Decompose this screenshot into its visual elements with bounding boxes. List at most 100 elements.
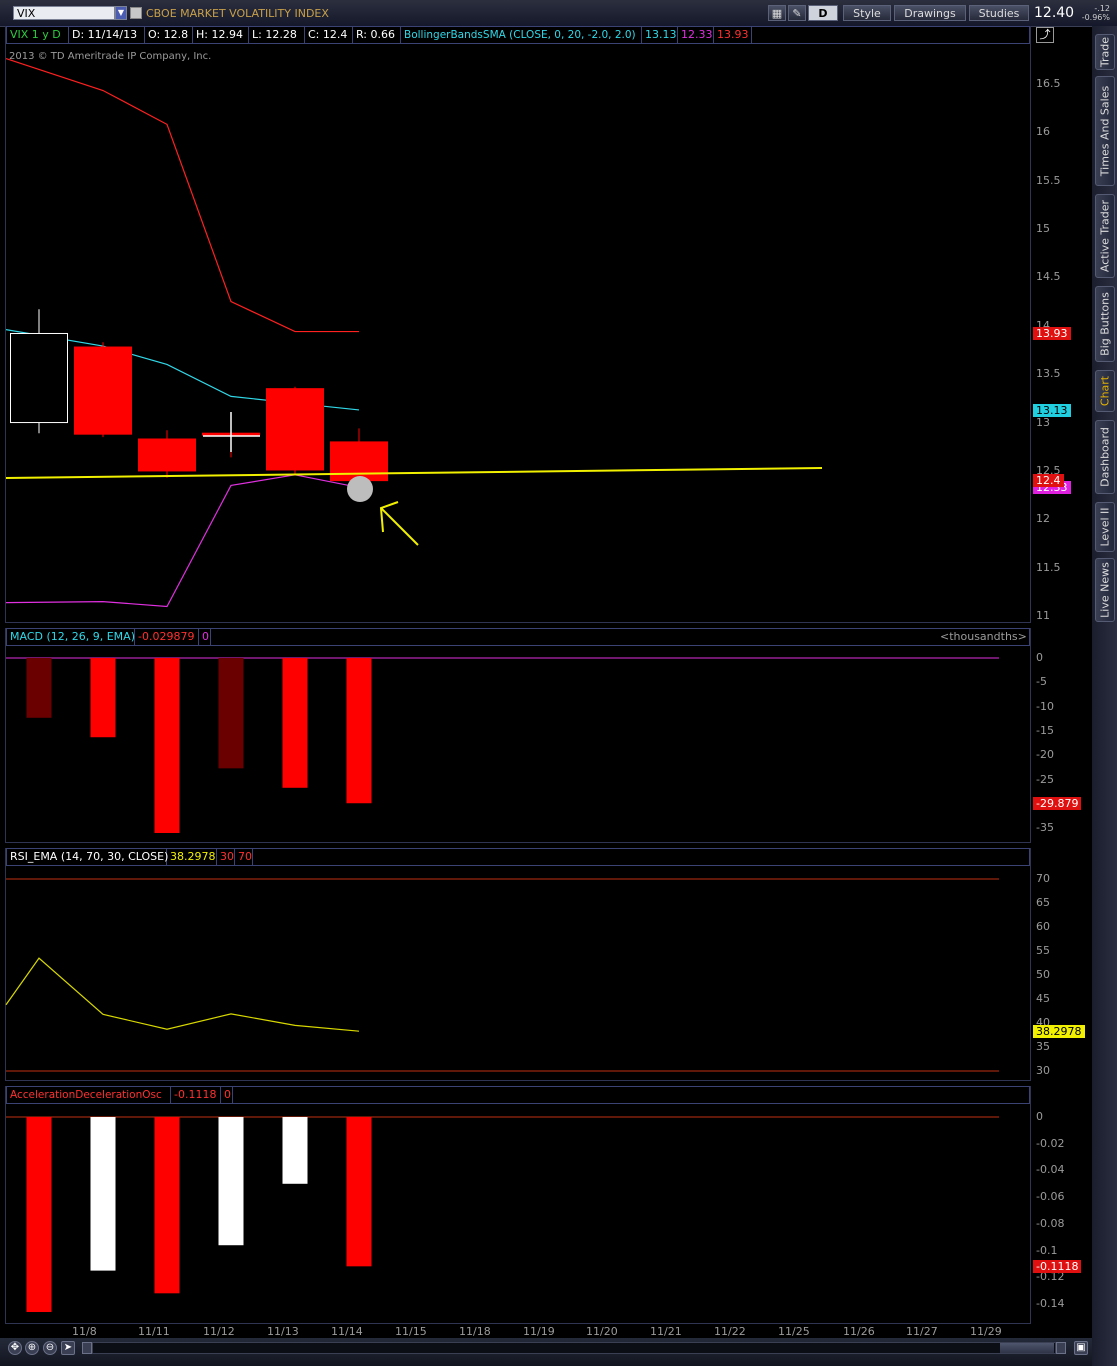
ac-bar bbox=[154, 1117, 180, 1294]
tab-level-ii[interactable]: Level II bbox=[1095, 502, 1115, 552]
price-axis-tick: 11 bbox=[1036, 609, 1050, 623]
macd-bar bbox=[218, 658, 244, 769]
macd-bar bbox=[26, 658, 52, 718]
zoom-out-icon[interactable]: ⊖ bbox=[43, 1341, 57, 1355]
horizontal-scrollbar[interactable] bbox=[92, 1342, 1056, 1354]
settings-icon[interactable]: ▣ bbox=[1074, 1341, 1088, 1355]
tab-label: Active Trader bbox=[1098, 199, 1112, 273]
rsi-line bbox=[5, 957, 360, 1032]
ac-bar bbox=[282, 1117, 308, 1184]
ac-axis-tick: -0.08 bbox=[1036, 1216, 1065, 1230]
candle-body bbox=[10, 332, 68, 424]
rsi-value-tag: 38.2978 bbox=[1033, 1025, 1085, 1039]
rsi-axis-tick: 30 bbox=[1036, 1064, 1050, 1077]
candle-body bbox=[138, 438, 196, 472]
x-axis-tick: 11/21 bbox=[650, 1325, 682, 1338]
ac-axis-tick: 0 bbox=[1036, 1110, 1043, 1123]
bollinger-lower-line bbox=[5, 474, 360, 608]
x-axis-tick: 11/26 bbox=[843, 1325, 875, 1338]
rsi-axis-tick: 50 bbox=[1036, 968, 1050, 981]
tab-label: Dashboard bbox=[1098, 427, 1112, 487]
macd-axis-tick: 0 bbox=[1036, 651, 1043, 664]
scroll-left-button[interactable] bbox=[82, 1342, 92, 1354]
close-price-tag: 12.4 bbox=[1033, 473, 1064, 487]
tab-label: Big Buttons bbox=[1098, 292, 1112, 356]
x-axis-tick: 11/11 bbox=[138, 1325, 170, 1338]
x-axis-tick: 11/14 bbox=[331, 1325, 363, 1338]
x-axis-tick: 11/25 bbox=[778, 1325, 810, 1338]
x-axis-tick: 11/27 bbox=[906, 1325, 938, 1338]
macd-value-tag: -29.879 bbox=[1033, 797, 1082, 811]
macd-bar bbox=[346, 658, 372, 804]
x-axis-tick: 11/22 bbox=[714, 1325, 746, 1338]
price-axis-tick: 15.5 bbox=[1036, 173, 1061, 187]
price-axis-tick: 12 bbox=[1036, 512, 1050, 526]
x-axis-tick: 11/15 bbox=[395, 1325, 427, 1338]
tab-label: Live News bbox=[1098, 562, 1112, 618]
scroll-right-button[interactable] bbox=[1056, 1342, 1066, 1354]
candle-body bbox=[266, 388, 324, 471]
rsi-axis-tick: 45 bbox=[1036, 992, 1050, 1005]
rsi-axis-tick: 70 bbox=[1036, 872, 1050, 885]
arrow-annotation bbox=[380, 507, 419, 546]
chart-canvas[interactable] bbox=[0, 0, 1092, 1340]
macd-axis-tick: -5 bbox=[1036, 675, 1047, 689]
price-axis-tick: 16 bbox=[1036, 125, 1050, 139]
price-axis-tick: 16.5 bbox=[1036, 76, 1061, 90]
rsi-axis-tick: 65 bbox=[1036, 896, 1050, 909]
macd-bar bbox=[282, 658, 308, 788]
x-axis-tick: 11/8 bbox=[72, 1325, 97, 1338]
price-axis-tick: 14.5 bbox=[1036, 270, 1061, 284]
x-axis-tick: 11/12 bbox=[203, 1325, 235, 1338]
x-axis-tick: 11/18 bbox=[459, 1325, 491, 1338]
trendline-drawing bbox=[5, 467, 823, 479]
x-axis-tick: 11/19 bbox=[523, 1325, 555, 1338]
ac-axis-tick: -0.04 bbox=[1036, 1163, 1065, 1177]
price-axis-tick: 13.5 bbox=[1036, 367, 1061, 381]
rsi-axis-tick: 35 bbox=[1036, 1040, 1050, 1053]
candle-body bbox=[74, 346, 132, 435]
tab-label: Times And Sales bbox=[1098, 85, 1112, 177]
price-axis-tick: 11.5 bbox=[1036, 560, 1061, 574]
price-axis-tick: 15 bbox=[1036, 221, 1050, 235]
zoom-in-icon[interactable]: ⊕ bbox=[25, 1341, 39, 1355]
rsi-axis-tick: 55 bbox=[1036, 944, 1050, 957]
rsi-axis-tick: 60 bbox=[1036, 920, 1050, 933]
ac-axis-tick: -0.14 bbox=[1036, 1297, 1065, 1310]
bollinger-upper-line bbox=[5, 57, 359, 333]
pan-icon[interactable]: ✥ bbox=[8, 1341, 22, 1355]
scrollbar-thumb[interactable] bbox=[1000, 1343, 1054, 1353]
ac-axis-tick: -0.02 bbox=[1036, 1136, 1065, 1150]
macd-axis-tick: -15 bbox=[1036, 723, 1054, 737]
tab-label: Chart bbox=[1098, 375, 1112, 407]
tab-big-buttons[interactable]: Big Buttons bbox=[1095, 286, 1115, 362]
tab-label: Trade bbox=[1098, 36, 1112, 68]
cursor-icon[interactable]: ➤ bbox=[61, 1341, 75, 1355]
upper-band-tag: 13.93 bbox=[1033, 326, 1071, 340]
tab-times-and-sales[interactable]: Times And Sales bbox=[1095, 76, 1115, 186]
x-axis-tick: 11/13 bbox=[267, 1325, 299, 1338]
highlight-circle bbox=[347, 476, 373, 502]
macd-axis-tick: -35 bbox=[1036, 821, 1054, 835]
ac-bar bbox=[218, 1117, 244, 1246]
macd-axis-tick: -20 bbox=[1036, 748, 1054, 762]
ac-axis-tick: -0.1 bbox=[1036, 1243, 1058, 1257]
tab-trade[interactable]: Trade bbox=[1095, 34, 1115, 70]
tab-active-trader[interactable]: Active Trader bbox=[1095, 194, 1115, 278]
x-axis-tick: 11/20 bbox=[586, 1325, 618, 1338]
mid-band-tag: 13.13 bbox=[1033, 403, 1071, 417]
tab-label: Level II bbox=[1098, 507, 1112, 547]
price-axis-tick: 13 bbox=[1036, 415, 1050, 429]
macd-bar bbox=[90, 658, 116, 738]
x-axis-tick: 11/29 bbox=[970, 1325, 1002, 1338]
ac-value-tag: -0.1118 bbox=[1033, 1260, 1082, 1274]
ac-bar bbox=[346, 1117, 372, 1267]
ac-bar bbox=[90, 1117, 116, 1271]
macd-axis-tick: -25 bbox=[1036, 772, 1054, 786]
tab-live-news[interactable]: Live News bbox=[1095, 558, 1115, 622]
tab-chart[interactable]: Chart bbox=[1095, 370, 1115, 412]
macd-axis-tick: -10 bbox=[1036, 699, 1054, 713]
ac-axis-tick: -0.06 bbox=[1036, 1190, 1065, 1204]
tab-dashboard[interactable]: Dashboard bbox=[1095, 420, 1115, 494]
macd-bar bbox=[154, 658, 180, 833]
